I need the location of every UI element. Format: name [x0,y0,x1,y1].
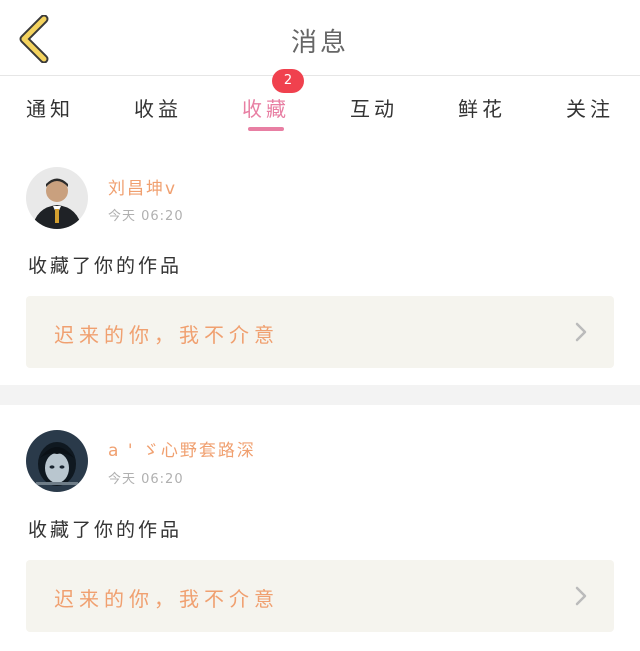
work-title: 迟来的你，我不介意 [54,587,279,611]
tab-label: 收藏 [242,97,290,121]
tab-follows[interactable]: 关注 [550,77,630,143]
tab-flowers[interactable]: 鲜花 [442,77,522,143]
section-divider [0,385,640,405]
tab-label: 鲜花 [458,97,506,121]
tab-favorites[interactable]: 收藏 2 [226,69,306,143]
message-card: a ' ゞ心野套路深 今天 06:20 收藏了你的作品 迟来的你，我不介意 [0,405,640,651]
timestamp: 今天 06:20 [108,472,184,487]
tab-label: 通知 [26,97,74,121]
tab-label: 互动 [350,97,398,121]
message-card: 刘昌坤v 今天 06:20 收藏了你的作品 迟来的你，我不介意 [0,143,640,385]
work-link[interactable]: 迟来的你，我不介意 [26,560,614,632]
tab-interactions[interactable]: 互动 [334,77,414,143]
tab-earnings[interactable]: 收益 [118,77,198,143]
tab-label: 收益 [134,97,182,121]
chevron-right-icon [575,586,587,606]
avatar[interactable] [26,430,88,492]
avatar-icon [26,167,88,229]
timestamp: 今天 06:20 [108,209,184,224]
header: 消息 [0,0,640,76]
chevron-right-icon [575,322,587,342]
tab-label: 关注 [566,97,614,121]
work-title: 迟来的你，我不介意 [54,323,279,347]
action-text: 收藏了你的作品 [28,519,183,541]
action-text: 收藏了你的作品 [28,255,183,277]
page-title: 消息 [290,28,349,58]
username-link[interactable]: a ' ゞ心野套路深 [108,436,256,461]
tab-notifications[interactable]: 通知 [10,77,90,143]
username-link[interactable]: 刘昌坤v [108,174,177,199]
unread-badge: 2 [272,69,304,93]
avatar-icon [26,430,88,492]
avatar[interactable] [26,167,88,229]
active-tab-indicator [248,127,284,131]
tab-bar: 通知 收益 收藏 2 互动 鲜花 关注 [0,69,640,143]
work-link[interactable]: 迟来的你，我不介意 [26,296,614,368]
